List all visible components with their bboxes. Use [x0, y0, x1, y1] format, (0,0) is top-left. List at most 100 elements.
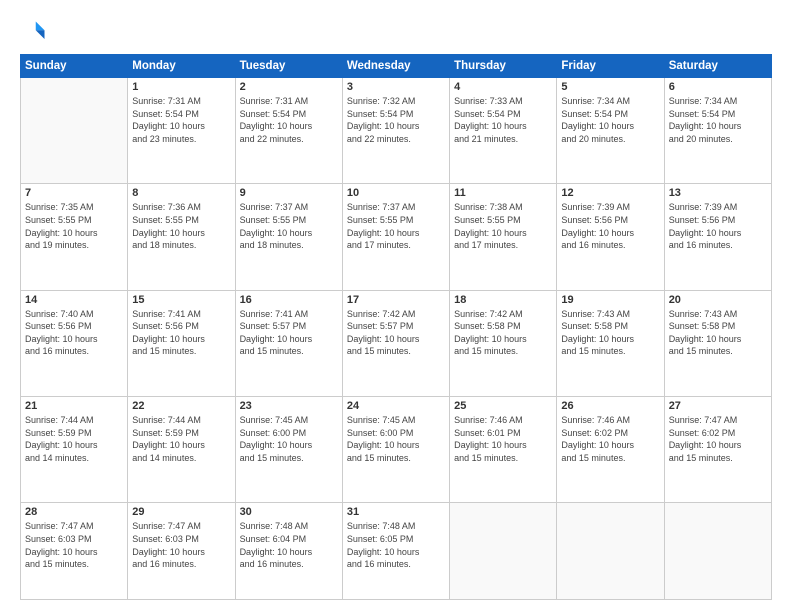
day-number: 16 [240, 294, 338, 306]
day-info: Sunrise: 7:40 AM Sunset: 5:56 PM Dayligh… [25, 308, 123, 358]
day-number: 13 [669, 187, 767, 199]
calendar-cell: 4Sunrise: 7:33 AM Sunset: 5:54 PM Daylig… [450, 78, 557, 184]
day-info: Sunrise: 7:47 AM Sunset: 6:03 PM Dayligh… [25, 520, 123, 570]
calendar-cell: 9 Sunrise: 7:37 AM Sunset: 5:55 PM Daylig… [235, 184, 342, 290]
calendar-cell: 14 Sunrise: 7:40 AM Sunset: 5:56 PM Dayli… [21, 290, 128, 396]
calendar-day-header: Tuesday [235, 55, 342, 78]
calendar-cell [557, 503, 664, 600]
calendar-cell: 30 Sunrise: 7:48 AM Sunset: 6:04 PM Dayli… [235, 503, 342, 600]
day-number: 25 [454, 400, 552, 412]
day-info: Sunrise: 7:32 AM Sunset: 5:54 PM Dayligh… [347, 95, 445, 145]
day-number: 8 [132, 187, 230, 199]
day-info: Sunrise: 7:33 AM Sunset: 5:54 PM Dayligh… [454, 95, 552, 145]
day-info: Sunrise: 7:43 AM Sunset: 5:58 PM Dayligh… [561, 308, 659, 358]
calendar-cell: 17 Sunrise: 7:42 AM Sunset: 5:57 PM Dayli… [342, 290, 449, 396]
calendar-cell: 16 Sunrise: 7:41 AM Sunset: 5:57 PM Dayli… [235, 290, 342, 396]
day-info: Sunrise: 7:35 AM Sunset: 5:55 PM Dayligh… [25, 201, 123, 251]
calendar-table: SundayMondayTuesdayWednesdayThursdayFrid… [20, 54, 772, 600]
calendar-cell: 2 Sunrise: 7:31 AM Sunset: 5:54 PM Daylig… [235, 78, 342, 184]
day-info: Sunrise: 7:42 AM Sunset: 5:58 PM Dayligh… [454, 308, 552, 358]
day-info: Sunrise: 7:41 AM Sunset: 5:56 PM Dayligh… [132, 308, 230, 358]
calendar-cell: 3 Sunrise: 7:32 AM Sunset: 5:54 PM Daylig… [342, 78, 449, 184]
day-info: Sunrise: 7:44 AM Sunset: 5:59 PM Dayligh… [25, 414, 123, 464]
day-number: 2 [240, 81, 338, 93]
day-info: Sunrise: 7:43 AM Sunset: 5:58 PM Dayligh… [669, 308, 767, 358]
day-info: Sunrise: 7:37 AM Sunset: 5:55 PM Dayligh… [347, 201, 445, 251]
day-number: 12 [561, 187, 659, 199]
day-number: 24 [347, 400, 445, 412]
calendar-cell: 22 Sunrise: 7:44 AM Sunset: 5:59 PM Dayli… [128, 396, 235, 502]
calendar-day-header: Thursday [450, 55, 557, 78]
day-info: Sunrise: 7:39 AM Sunset: 5:56 PM Dayligh… [669, 201, 767, 251]
calendar-cell: 13 Sunrise: 7:39 AM Sunset: 5:56 PM Dayli… [664, 184, 771, 290]
calendar-cell: 27Sunrise: 7:47 AM Sunset: 6:02 PM Dayli… [664, 396, 771, 502]
header [20, 18, 772, 46]
day-info: Sunrise: 7:48 AM Sunset: 6:05 PM Dayligh… [347, 520, 445, 570]
day-info: Sunrise: 7:48 AM Sunset: 6:04 PM Dayligh… [240, 520, 338, 570]
day-number: 22 [132, 400, 230, 412]
day-info: Sunrise: 7:47 AM Sunset: 6:02 PM Dayligh… [669, 414, 767, 464]
day-info: Sunrise: 7:31 AM Sunset: 5:54 PM Dayligh… [132, 95, 230, 145]
day-info: Sunrise: 7:41 AM Sunset: 5:57 PM Dayligh… [240, 308, 338, 358]
calendar-cell: 10Sunrise: 7:37 AM Sunset: 5:55 PM Dayli… [342, 184, 449, 290]
day-number: 31 [347, 506, 445, 518]
day-number: 30 [240, 506, 338, 518]
day-number: 11 [454, 187, 552, 199]
day-info: Sunrise: 7:42 AM Sunset: 5:57 PM Dayligh… [347, 308, 445, 358]
day-number: 20 [669, 294, 767, 306]
page: SundayMondayTuesdayWednesdayThursdayFrid… [0, 0, 792, 612]
calendar-cell [450, 503, 557, 600]
calendar-cell: 25 Sunrise: 7:46 AM Sunset: 6:01 PM Dayli… [450, 396, 557, 502]
day-number: 14 [25, 294, 123, 306]
calendar-cell: 6Sunrise: 7:34 AM Sunset: 5:54 PM Daylig… [664, 78, 771, 184]
logo [20, 18, 52, 46]
calendar-header-row: SundayMondayTuesdayWednesdayThursdayFrid… [21, 55, 772, 78]
day-number: 23 [240, 400, 338, 412]
calendar-cell: 21 Sunrise: 7:44 AM Sunset: 5:59 PM Dayli… [21, 396, 128, 502]
calendar-cell: 11 Sunrise: 7:38 AM Sunset: 5:55 PM Dayli… [450, 184, 557, 290]
calendar-cell: 18 Sunrise: 7:42 AM Sunset: 5:58 PM Dayli… [450, 290, 557, 396]
calendar-cell: 20 Sunrise: 7:43 AM Sunset: 5:58 PM Dayli… [664, 290, 771, 396]
day-number: 3 [347, 81, 445, 93]
calendar-week-row: 14 Sunrise: 7:40 AM Sunset: 5:56 PM Dayli… [21, 290, 772, 396]
calendar-cell: 31 Sunrise: 7:48 AM Sunset: 6:05 PM Dayli… [342, 503, 449, 600]
day-number: 15 [132, 294, 230, 306]
day-number: 18 [454, 294, 552, 306]
calendar-cell: 19 Sunrise: 7:43 AM Sunset: 5:58 PM Dayli… [557, 290, 664, 396]
day-info: Sunrise: 7:45 AM Sunset: 6:00 PM Dayligh… [347, 414, 445, 464]
logo-icon [20, 18, 48, 46]
calendar-week-row: 28 Sunrise: 7:47 AM Sunset: 6:03 PM Dayli… [21, 503, 772, 600]
day-number: 5 [561, 81, 659, 93]
calendar-cell: 26Sunrise: 7:46 AM Sunset: 6:02 PM Dayli… [557, 396, 664, 502]
day-info: Sunrise: 7:45 AM Sunset: 6:00 PM Dayligh… [240, 414, 338, 464]
calendar-week-row: 21 Sunrise: 7:44 AM Sunset: 5:59 PM Dayli… [21, 396, 772, 502]
calendar-cell: 24 Sunrise: 7:45 AM Sunset: 6:00 PM Dayli… [342, 396, 449, 502]
day-info: Sunrise: 7:44 AM Sunset: 5:59 PM Dayligh… [132, 414, 230, 464]
calendar-cell: 1Sunrise: 7:31 AM Sunset: 5:54 PM Daylig… [128, 78, 235, 184]
day-number: 19 [561, 294, 659, 306]
calendar-cell: 12 Sunrise: 7:39 AM Sunset: 5:56 PM Dayli… [557, 184, 664, 290]
day-info: Sunrise: 7:47 AM Sunset: 6:03 PM Dayligh… [132, 520, 230, 570]
day-info: Sunrise: 7:46 AM Sunset: 6:01 PM Dayligh… [454, 414, 552, 464]
day-number: 17 [347, 294, 445, 306]
day-number: 9 [240, 187, 338, 199]
day-info: Sunrise: 7:31 AM Sunset: 5:54 PM Dayligh… [240, 95, 338, 145]
calendar-cell: 23 Sunrise: 7:45 AM Sunset: 6:00 PM Dayli… [235, 396, 342, 502]
day-info: Sunrise: 7:37 AM Sunset: 5:55 PM Dayligh… [240, 201, 338, 251]
day-info: Sunrise: 7:38 AM Sunset: 5:55 PM Dayligh… [454, 201, 552, 251]
day-number: 7 [25, 187, 123, 199]
calendar-cell: 7 Sunrise: 7:35 AM Sunset: 5:55 PM Daylig… [21, 184, 128, 290]
calendar-day-header: Friday [557, 55, 664, 78]
day-number: 21 [25, 400, 123, 412]
calendar-week-row: 7 Sunrise: 7:35 AM Sunset: 5:55 PM Daylig… [21, 184, 772, 290]
day-number: 28 [25, 506, 123, 518]
calendar-cell: 29Sunrise: 7:47 AM Sunset: 6:03 PM Dayli… [128, 503, 235, 600]
calendar-day-header: Saturday [664, 55, 771, 78]
day-info: Sunrise: 7:39 AM Sunset: 5:56 PM Dayligh… [561, 201, 659, 251]
calendar-cell [664, 503, 771, 600]
day-info: Sunrise: 7:34 AM Sunset: 5:54 PM Dayligh… [561, 95, 659, 145]
calendar-day-header: Sunday [21, 55, 128, 78]
day-info: Sunrise: 7:34 AM Sunset: 5:54 PM Dayligh… [669, 95, 767, 145]
day-number: 26 [561, 400, 659, 412]
calendar-day-header: Monday [128, 55, 235, 78]
